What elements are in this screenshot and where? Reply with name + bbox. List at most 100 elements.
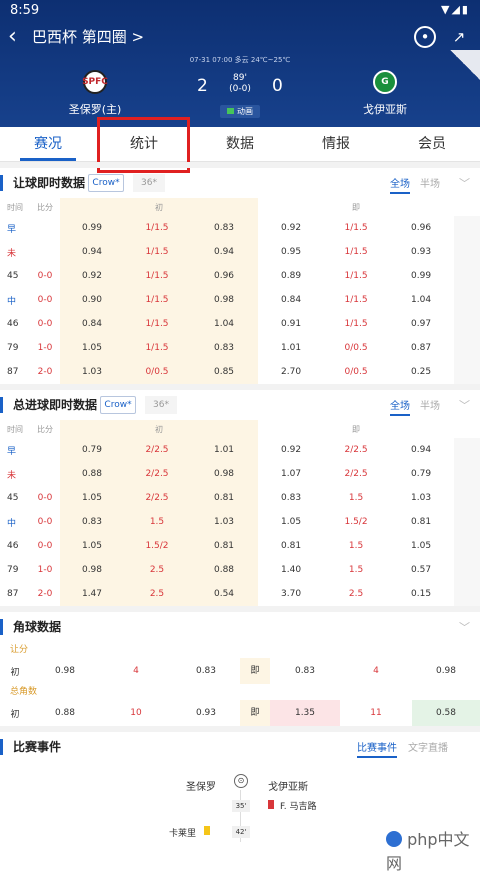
away-team[interactable]: G 戈伊亚斯 — [325, 70, 445, 117]
tab-bar: 赛况 统计 数据 情报 会员 — [0, 127, 480, 162]
events-tab[interactable]: 比赛事件 — [357, 739, 397, 758]
table-row[interactable]: 87 2-0 1.47 2.5 0.54 3.70 2.5 0.15 — [0, 582, 480, 606]
table-row[interactable]: 45 0-0 1.05 2/2.5 0.81 0.83 1.5 1.03 — [0, 486, 480, 510]
tab-member[interactable]: 会员 — [384, 127, 480, 161]
row-action-cell — [454, 336, 480, 360]
cell: 0.98 — [54, 666, 76, 676]
table-cell: 1/1.5 — [124, 312, 190, 336]
cell: 0.83 — [294, 666, 316, 676]
bookmaker-crow-button[interactable]: Crow* — [88, 174, 124, 192]
full-match-toggle[interactable]: 全场 — [390, 401, 410, 416]
tab-live[interactable]: 赛况 — [0, 127, 96, 161]
match-header: 8:59 ▼◢▮ ‹ 巴西杯 第四圈 > • ↗ 07-31 07:00 多云 … — [0, 0, 480, 127]
home-team-logo: SPFC — [82, 70, 108, 94]
home-team[interactable]: SPFC 圣保罗(主) — [35, 70, 155, 117]
table-cell: 87 — [7, 589, 19, 599]
row-action-cell — [454, 312, 480, 336]
table-row[interactable]: 87 2-0 1.03 0/0.5 0.85 2.70 0/0.5 0.25 — [0, 360, 480, 384]
table-cell: 1/1.5 — [124, 336, 190, 360]
row-action-cell — [454, 486, 480, 510]
table-row[interactable]: 46 0-0 0.84 1/1.5 1.04 0.91 1/1.5 0.97 — [0, 312, 480, 336]
full-match-toggle[interactable]: 全场 — [390, 179, 410, 194]
table-cell: 1.03 — [411, 493, 432, 503]
table-cell: 2-0 — [37, 367, 53, 377]
row-action-cell — [454, 240, 480, 264]
table-cell: 46 — [7, 541, 19, 551]
header-score: 比分 — [37, 202, 53, 212]
text-live-tab[interactable]: 文字直播 — [408, 739, 448, 754]
tab-data[interactable]: 数据 — [192, 127, 288, 161]
bookmaker-36-button[interactable]: 36* — [145, 396, 177, 414]
table-cell: 45 — [7, 271, 19, 281]
cell: 4 — [133, 666, 139, 676]
table-cell: 0.83 — [190, 336, 259, 360]
totals-table: 时间 比分 初 即 早 0.79 2/2.5 1.01 0.92 2/2.5 0.94 未 0.… — [0, 420, 480, 606]
table-header: 时间 比分 初 即 — [0, 198, 480, 216]
table-cell: 1.05 — [60, 534, 124, 558]
table-cell: 1.5 — [124, 510, 190, 534]
table-cell: 1/1.5 — [344, 295, 368, 305]
row-action-cell — [454, 216, 480, 240]
table-cell: 1/1.5 — [344, 247, 368, 257]
status-time: 8:59 — [10, 3, 40, 18]
focus-icon[interactable]: • — [414, 26, 436, 48]
header-initial: 初 — [60, 420, 259, 438]
bookmaker-crow-button[interactable]: Crow* — [100, 396, 136, 414]
table-cell: 0.79 — [60, 438, 124, 462]
table-cell: 0/0.5 — [124, 360, 190, 384]
table-row[interactable]: 未 0.94 1/1.5 0.94 0.95 1/1.5 0.93 — [0, 240, 480, 264]
table-cell: 79 — [7, 343, 19, 353]
half-match-toggle[interactable]: 半场 — [420, 179, 440, 190]
chevron-down-icon[interactable]: ﹀ — [459, 397, 470, 413]
table-cell: 0.87 — [411, 343, 432, 353]
table-cell: 0.54 — [190, 582, 259, 606]
chevron-down-icon[interactable]: ﹀ — [459, 175, 470, 191]
table-row[interactable]: 未 0.88 2/2.5 0.98 1.07 2/2.5 0.79 — [0, 462, 480, 486]
table-cell: 0.83 — [60, 510, 124, 534]
table-cell: 2.5 — [348, 589, 364, 599]
table-row[interactable]: 79 1-0 0.98 2.5 0.88 1.40 1.5 0.57 — [0, 558, 480, 582]
handicap-table: 时间 比分 初 即 早 0.99 1/1.5 0.83 0.92 1/1.5 0.96 未 0.… — [0, 198, 480, 384]
totals-head: 总进球即时数据 Crow* 36* 全场 半场 ﹀ — [0, 390, 480, 420]
table-cell: 1.05 — [411, 541, 432, 551]
table-cell: 0-0 — [37, 295, 53, 305]
back-icon[interactable]: ‹ — [8, 24, 17, 50]
table-row[interactable]: 79 1-0 1.05 1/1.5 0.83 1.01 0/0.5 0.87 — [0, 336, 480, 360]
table-cell: 中 — [7, 518, 17, 529]
corners-section: 角球数据 ﹀ 让分 初 0.98 4 0.83 即 0.83 4 0.98 总角… — [0, 612, 480, 726]
share-icon[interactable]: ↗ — [448, 26, 470, 48]
php-logo-icon — [386, 831, 402, 847]
table-row[interactable]: 46 0-0 1.05 1.5/2 0.81 0.81 1.5 1.05 — [0, 534, 480, 558]
table-cell — [30, 240, 60, 264]
handicap-head: 让球即时数据 Crow* 36* 全场 半场 ﹀ — [0, 168, 480, 198]
table-cell: 0.92 — [60, 264, 124, 288]
table-cell: 0.83 — [190, 216, 259, 240]
away-team-logo: G — [373, 70, 397, 94]
table-cell: 45 — [7, 493, 19, 503]
chevron-down-icon[interactable]: ﹀ — [459, 619, 470, 635]
minute-value: 89' — [233, 73, 247, 83]
table-row[interactable]: 中 0-0 0.83 1.5 1.03 1.05 1.5/2 0.81 — [0, 510, 480, 534]
row-action-cell — [454, 264, 480, 288]
table-cell: 1.01 — [281, 343, 302, 353]
bookmaker-36-button[interactable]: 36* — [133, 174, 165, 192]
tab-intel[interactable]: 情报 — [288, 127, 384, 161]
table-row[interactable]: 45 0-0 0.92 1/1.5 0.96 0.89 1/1.5 0.99 — [0, 264, 480, 288]
table-row[interactable]: 早 0.99 1/1.5 0.83 0.92 1/1.5 0.96 — [0, 216, 480, 240]
table-cell: 1/1.5 — [124, 216, 190, 240]
table-cell: 2/2.5 — [124, 486, 190, 510]
table-cell: 1.01 — [190, 438, 259, 462]
table-cell: 0/0.5 — [344, 367, 368, 377]
competition-title[interactable]: 巴西杯 第四圈 > — [32, 26, 144, 48]
half-match-toggle[interactable]: 半场 — [420, 401, 440, 412]
cell: 0.58 — [412, 700, 480, 726]
table-cell: 0.96 — [190, 264, 259, 288]
table-cell: 1.05 — [60, 336, 124, 360]
table-row[interactable]: 早 0.79 2/2.5 1.01 0.92 2/2.5 0.94 — [0, 438, 480, 462]
table-cell: 1.5 — [348, 493, 364, 503]
header-initial: 初 — [60, 198, 259, 216]
table-row[interactable]: 中 0-0 0.90 1/1.5 0.98 0.84 1/1.5 1.04 — [0, 288, 480, 312]
totals-section: 总进球即时数据 Crow* 36* 全场 半场 ﹀ 时间 比分 初 即 早 0.79… — [0, 390, 480, 606]
animation-button[interactable]: 动画 — [220, 105, 260, 118]
table-cell: 87 — [7, 367, 19, 377]
